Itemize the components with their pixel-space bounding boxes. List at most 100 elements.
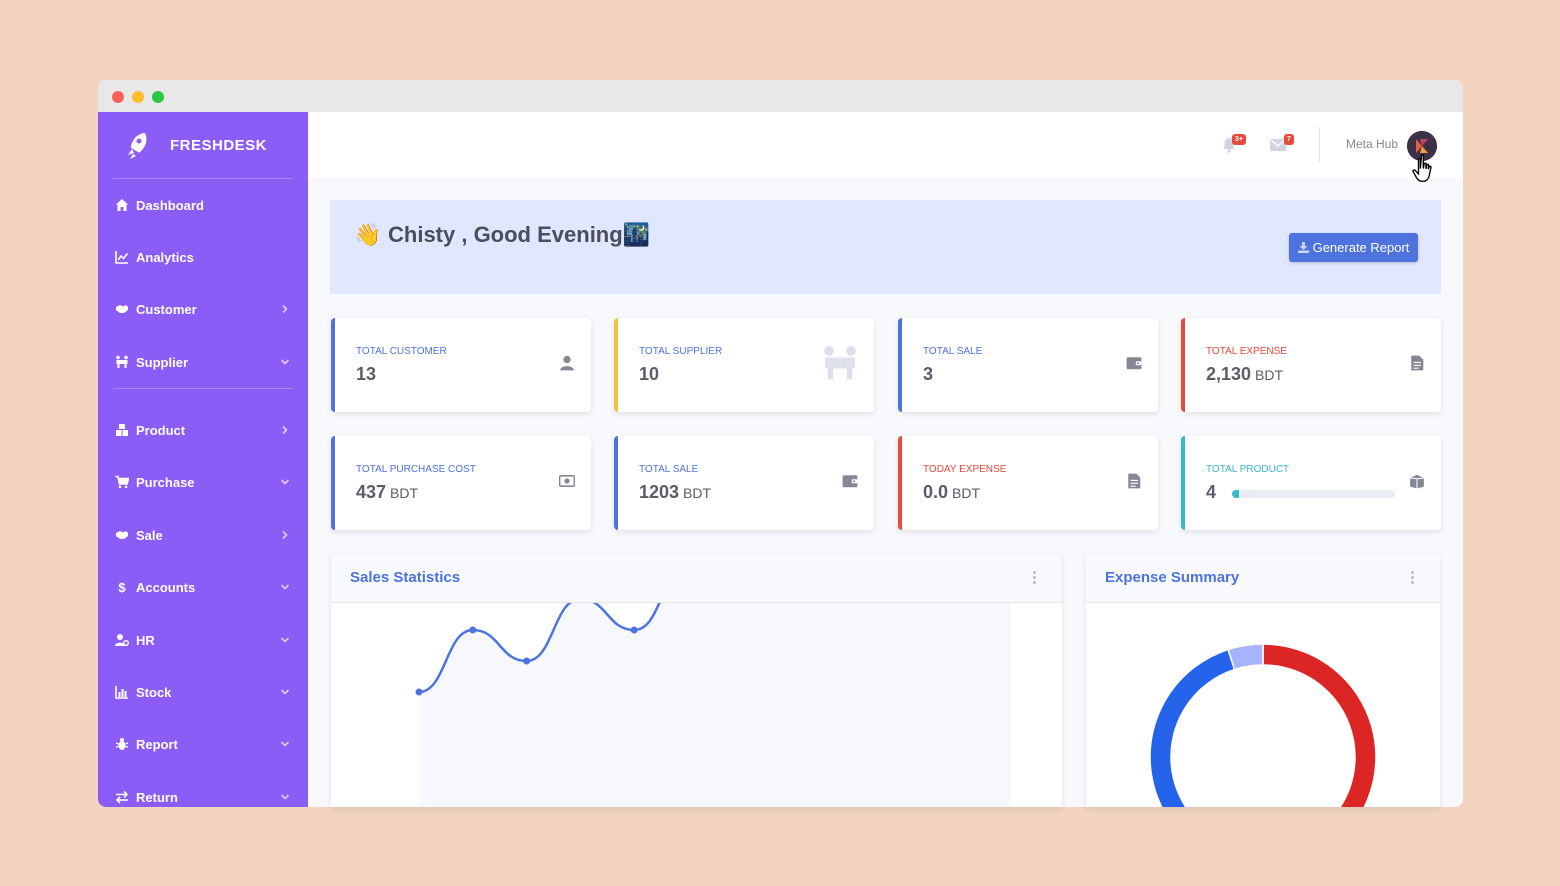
expense-donut-chart [1149, 643, 1377, 807]
money-bill-icon [558, 475, 576, 487]
sidebar-item-customer[interactable]: Customer [98, 292, 308, 326]
sidebar-item-label: Accounts [136, 579, 196, 595]
expense-summary-panel: Expense Summary [1086, 554, 1440, 807]
expense-summary-title: Expense Summary [1105, 569, 1240, 586]
sidebar-item-supplier[interactable]: Supplier [98, 345, 308, 379]
sidebar-item-dashboard[interactable]: Dashboard [98, 188, 308, 222]
chevron-right-icon[interactable] [280, 425, 290, 435]
chevron-down-icon[interactable] [280, 635, 290, 645]
chevron-down-icon[interactable] [280, 477, 290, 487]
product-progress-bar [1232, 490, 1395, 498]
stat-card-today-expense[interactable]: TODAY EXPENSE 0.0 BDT [898, 436, 1158, 530]
exchange-icon [113, 790, 130, 804]
sidebar-item-product[interactable]: Product [98, 413, 308, 447]
sidebar-item-label: Supplier [136, 354, 189, 370]
sidebar-item-label: Customer [136, 301, 197, 317]
donut-slice[interactable] [1227, 643, 1264, 671]
brand-name: FRESHDESK [170, 136, 268, 154]
stat-card-total-sale[interactable]: TOTAL SALE 1203 BDT [614, 436, 874, 530]
chevron-down-icon[interactable] [280, 357, 290, 367]
more-options-icon[interactable] [1033, 571, 1037, 585]
close-window-button[interactable] [112, 91, 124, 103]
stat-card-label: TOTAL SUPPLIER [639, 346, 723, 357]
chevron-right-icon[interactable] [280, 304, 290, 314]
sales-data-point[interactable] [469, 626, 477, 634]
cart-icon [113, 475, 130, 489]
stat-card-label: TOTAL PRODUCT [1206, 464, 1290, 475]
chevron-right-icon[interactable] [280, 530, 290, 540]
maximize-window-button[interactable] [152, 91, 164, 103]
stat-card-value: 2,130 BDT [1206, 364, 1283, 385]
chevron-down-icon[interactable] [280, 739, 290, 749]
stat-card-total-expense[interactable]: TOTAL EXPENSE 2,130 BDT [1181, 318, 1441, 412]
pointer-cursor-icon [1412, 154, 1432, 182]
chevron-down-icon[interactable] [280, 687, 290, 697]
user-cog-icon [114, 634, 129, 646]
sales-chart: $40,000$30,000$20,000 [415, 603, 1011, 807]
sidebar: FRESHDESK Dashboard Analytics Customer Supp… [98, 112, 308, 807]
stat-card-total-supplier[interactable]: TOTAL SUPPLIER 10 [614, 318, 874, 412]
messages-count-badge: 7 [1284, 134, 1294, 145]
more-options-icon[interactable] [1411, 571, 1415, 585]
handshake-icon [115, 531, 128, 539]
invoice-icon-wrap [1126, 473, 1142, 494]
stat-card-label: TODAY EXPENSE [923, 464, 1007, 475]
money-bill-icon-wrap [558, 473, 576, 494]
sidebar-item-label: Report [136, 736, 178, 752]
sidebar-item-report[interactable]: Report [98, 727, 308, 761]
user-icon [560, 355, 574, 371]
chart-bar-icon [114, 686, 128, 699]
boxes-icon [113, 423, 130, 437]
donut-slice[interactable] [1149, 648, 1263, 807]
cart-icon [115, 475, 129, 489]
waving-hand-icon: 👋 [354, 222, 382, 247]
people-carry-icon [113, 355, 130, 369]
minimize-window-button[interactable] [132, 91, 144, 103]
stat-card-total-purchase-cost[interactable]: TOTAL PURCHASE COST 437 BDT [331, 436, 591, 530]
sales-data-point[interactable] [630, 626, 638, 634]
stat-card-total-sale[interactable]: TOTAL SALE 3 [898, 318, 1158, 412]
user-name[interactable]: Meta Hub [1346, 137, 1398, 151]
handshake-icon [113, 528, 130, 542]
stat-card-value: 10 [639, 364, 659, 385]
sales-statistics-header: Sales Statistics [331, 554, 1062, 603]
sidebar-item-return[interactable]: Return [98, 780, 308, 807]
donut-slice[interactable] [1262, 643, 1377, 807]
generate-report-button[interactable]: Generate Report [1289, 233, 1418, 262]
stat-card-value: 13 [356, 364, 376, 385]
sidebar-item-sale[interactable]: Sale [98, 518, 308, 552]
greeting-panel: 👋 Chisty , Good Evening🌃 Generate Report [330, 200, 1441, 294]
chevron-down-icon[interactable] [280, 582, 290, 592]
wallet-icon [842, 475, 858, 488]
stat-card-total-product[interactable]: TOTAL PRODUCT 4 [1181, 436, 1441, 530]
sidebar-divider [113, 388, 293, 389]
download-icon [1297, 242, 1309, 253]
stat-card-total-customer[interactable]: TOTAL CUSTOMER 13 [331, 318, 591, 412]
sidebar-divider [113, 178, 293, 179]
sales-data-point[interactable] [415, 688, 423, 696]
sales-statistics-panel: Sales Statistics $40,000$30,000$20,000 [331, 554, 1062, 807]
night-city-icon: 🌃 [622, 222, 651, 247]
sidebar-item-label: Analytics [136, 249, 194, 265]
brand[interactable]: FRESHDESK [98, 112, 308, 178]
stat-card-label: TOTAL EXPENSE [1206, 346, 1287, 357]
sidebar-item-analytics[interactable]: Analytics [98, 240, 308, 274]
sidebar-item-accounts[interactable]: $ Accounts [98, 570, 308, 604]
dollar-icon: $ [118, 580, 126, 594]
wallet-icon [1126, 357, 1142, 370]
stat-unit: BDT [952, 485, 981, 501]
sidebar-item-purchase[interactable]: Purchase [98, 465, 308, 499]
chart-bar-icon [113, 685, 130, 699]
stat-value: 0.0 [923, 482, 949, 502]
sidebar-item-hr[interactable]: HR [98, 623, 308, 657]
sales-data-point[interactable] [523, 657, 531, 665]
handshake-icon [113, 302, 130, 316]
dollar-icon: $ [113, 580, 130, 594]
stat-card-label: TOTAL SALE [639, 464, 699, 475]
generate-report-label: Generate Report [1312, 240, 1410, 255]
sidebar-item-stock[interactable]: Stock [98, 675, 308, 709]
chevron-down-icon[interactable] [280, 792, 290, 802]
home-icon [115, 199, 128, 211]
people-carry-icon [824, 345, 856, 380]
stat-card-label: TOTAL PURCHASE COST [356, 464, 476, 475]
